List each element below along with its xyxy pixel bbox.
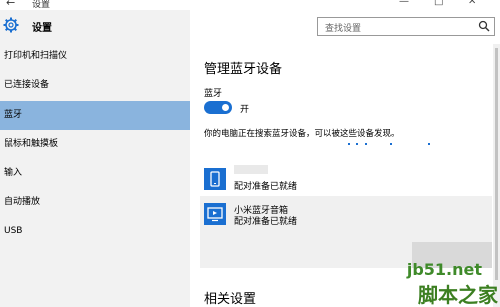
sidebar-item-mouse-touchpad[interactable]: 鼠标和触摸板	[0, 130, 190, 159]
bluetooth-toggle[interactable]	[204, 101, 232, 114]
device-list-item[interactable]: 配对准备已就绪	[200, 162, 492, 196]
gear-icon	[3, 17, 19, 33]
watermark-url: jb51.net	[406, 260, 482, 279]
device-status: 配对准备已就绪	[234, 217, 298, 227]
sidebar-item-typing[interactable]: 输入	[0, 159, 190, 188]
related-settings-title: 相关设置	[204, 292, 257, 307]
search-icon[interactable]	[478, 20, 490, 32]
settings-header-title: 设置	[32, 23, 52, 34]
sidebar-item-autoplay[interactable]: 自动播放	[0, 188, 190, 217]
search-placeholder: 查找设置	[325, 24, 362, 34]
device-name-blurred	[234, 165, 268, 174]
sidebar-item-bluetooth[interactable]: 蓝牙	[0, 101, 190, 130]
discovery-description: 你的电脑正在搜索蓝牙设备，可以被这些设备发现。	[204, 129, 400, 139]
watermark-brand: 脚本之家	[418, 283, 498, 307]
bluetooth-label: 蓝牙	[204, 89, 223, 99]
window-title: 设置	[32, 0, 51, 10]
maximize-icon[interactable]: □	[434, 0, 443, 7]
toggle-knob	[222, 104, 229, 111]
back-arrow-icon[interactable]: ←	[6, 0, 15, 9]
display-icon	[204, 203, 226, 225]
scroll-thumb[interactable]	[495, 48, 498, 280]
sidebar: 设置 打印机和扫描仪 已连接设备 蓝牙 鼠标和触摸板 输入 自动播放 USB	[0, 10, 190, 307]
sidebar-item-printers[interactable]: 打印机和扫描仪	[0, 42, 190, 71]
device-status: 配对准备已就绪	[234, 182, 298, 192]
phone-icon	[204, 168, 226, 190]
searching-progress-dots	[348, 143, 448, 147]
minimize-icon[interactable]: —	[399, 0, 409, 7]
title-bar: ← 设置 — □ ✕	[0, 0, 500, 10]
page-title: 管理蓝牙设备	[204, 62, 283, 77]
toggle-state-label: 开	[240, 105, 250, 115]
search-input[interactable]: 查找设置	[317, 17, 495, 36]
sidebar-item-usb[interactable]: USB	[0, 217, 190, 246]
close-icon[interactable]: ✕	[468, 0, 476, 7]
watermark: jb51.net 脚本之家	[402, 256, 498, 307]
sidebar-item-connected-devices[interactable]: 已连接设备	[0, 71, 190, 100]
